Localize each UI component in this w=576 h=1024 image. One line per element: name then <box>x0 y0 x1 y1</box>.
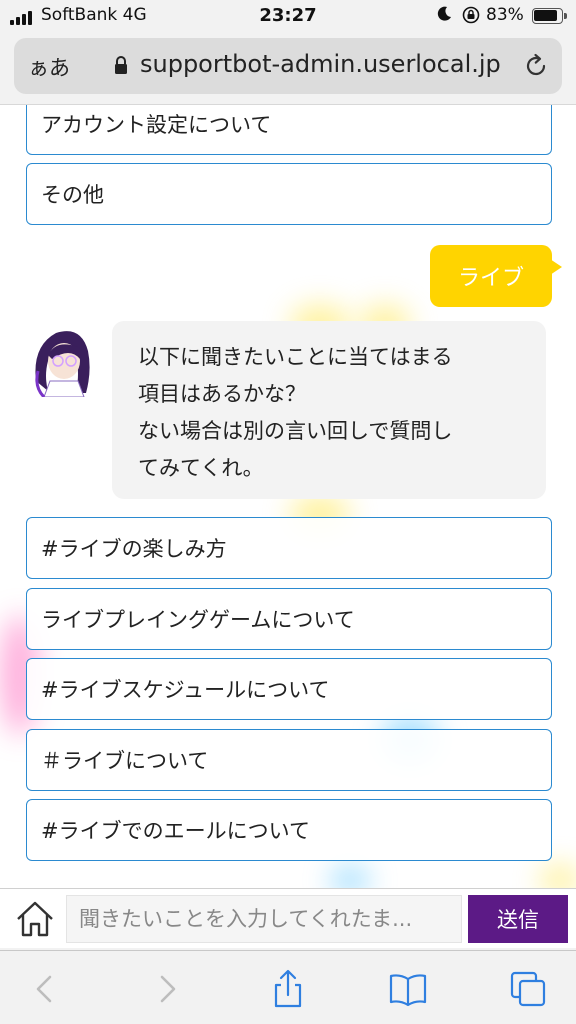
forward-arrow-icon[interactable] <box>146 969 186 1009</box>
url-text[interactable]: supportbot-admin.userlocal.jp <box>140 50 501 78</box>
user-message-text: ライブ <box>457 266 524 291</box>
bot-message-line: 以下に聞きたいことに当てはまる <box>138 345 453 369</box>
bot-avatar <box>35 331 90 397</box>
bot-message-line: てみてくれ。 <box>138 456 264 480</box>
bot-message-line: 項目はあるかな？ <box>138 382 306 406</box>
home-icon[interactable] <box>14 899 56 939</box>
text-size-button[interactable]: ぁあ <box>28 52 70 82</box>
bookmarks-icon[interactable] <box>388 969 428 1009</box>
bot-message-bubble: 以下に聞きたいことに当てはまる 項目はあるかな？ ない場合は別の言い回しで質問し… <box>112 321 546 499</box>
battery-percent: 83% <box>486 5 524 25</box>
message-input[interactable] <box>66 895 462 943</box>
padlock-icon <box>115 56 127 74</box>
choice-account-settings[interactable]: アカウント設定について <box>26 105 552 155</box>
browser-toolbar <box>0 950 576 1024</box>
rotation-lock-icon <box>462 6 480 24</box>
chat-area[interactable]: アカウント設定について その他 ライブ 以下に聞きたいことに当てはまる 項目はあ… <box>0 104 576 888</box>
user-message-bubble: ライブ <box>430 245 562 307</box>
status-bar: SoftBank 4G 23:27 83% <box>0 0 576 34</box>
chat-input-bar: 送信 <box>0 888 576 948</box>
bot-message-line: ない場合は別の言い回しで質問し <box>138 419 453 443</box>
battery-icon <box>532 8 567 24</box>
choice-live-enjoy[interactable]: #ライブの楽しみ方 <box>26 517 552 579</box>
tabs-icon[interactable] <box>508 969 548 1009</box>
reload-icon[interactable] <box>522 52 550 80</box>
moon-icon <box>437 6 451 21</box>
back-arrow-icon[interactable] <box>26 969 66 1009</box>
choice-about-live[interactable]: ＃ライブについて <box>26 729 552 791</box>
choice-live-cheer[interactable]: #ライブでのエールについて <box>26 799 552 861</box>
choice-live-schedule[interactable]: #ライブスケジュールについて <box>26 658 552 720</box>
share-icon[interactable] <box>268 969 308 1009</box>
choice-live-playing-game[interactable]: ライブプレイングゲームについて <box>26 588 552 650</box>
send-button[interactable]: 送信 <box>468 895 568 943</box>
address-bar[interactable]: ぁあ supportbot-admin.userlocal.jp <box>14 38 562 94</box>
choice-other[interactable]: その他 <box>26 163 552 225</box>
